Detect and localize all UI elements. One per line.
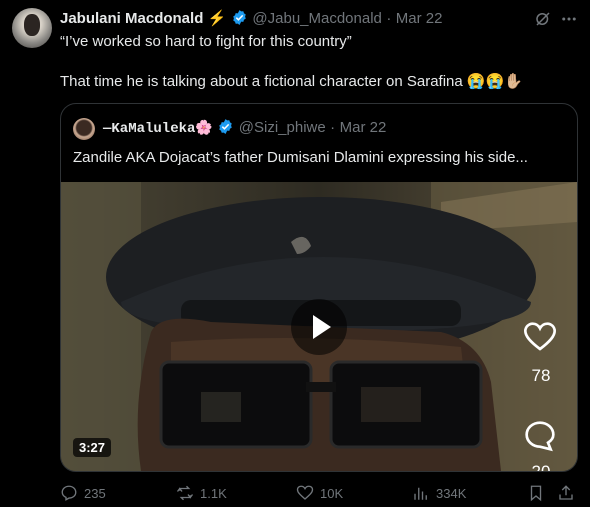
repost-count: 1.1K bbox=[200, 485, 227, 501]
author-avatar[interactable] bbox=[12, 8, 52, 48]
play-icon bbox=[313, 315, 331, 339]
reply-button[interactable]: 235 bbox=[60, 484, 106, 502]
more-icon[interactable] bbox=[560, 10, 578, 28]
verified-badge-icon bbox=[233, 10, 246, 25]
tweet-date[interactable]: Mar 22 bbox=[396, 10, 443, 27]
author-emoji: ⚡ bbox=[207, 10, 227, 27]
views-count: 334K bbox=[436, 485, 467, 501]
like-button[interactable]: 10K bbox=[296, 484, 343, 502]
quoted-tweet[interactable]: —KaMaluleka🌸 @Sizi_phiwe · Mar 22 Zandil… bbox=[60, 103, 578, 472]
bookmark-icon[interactable] bbox=[527, 484, 545, 502]
separator-dot: · bbox=[330, 119, 336, 136]
heart-icon bbox=[524, 322, 556, 351]
comment-bubble-icon bbox=[525, 421, 555, 452]
quoted-author-name[interactable]: —KaMaluleka🌸 bbox=[103, 121, 213, 137]
verified-badge-icon bbox=[219, 119, 233, 134]
tweet-header: Jabulani Macdonald ⚡ @Jabu_Macdonald · M… bbox=[60, 9, 442, 28]
reply-icon bbox=[61, 485, 77, 501]
author-handle[interactable]: @Jabu_Macdonald bbox=[252, 10, 381, 27]
quoted-author-avatar[interactable] bbox=[73, 118, 95, 140]
quoted-date[interactable]: Mar 22 bbox=[340, 119, 387, 136]
like-count: 10K bbox=[320, 485, 344, 501]
views-button[interactable]: 334K bbox=[412, 484, 466, 502]
video-duration: 3:27 bbox=[73, 438, 112, 457]
quoted-text: Zandile AKA Dojacat’s father Dumisani Dl… bbox=[73, 149, 528, 166]
quoted-header: —KaMaluleka🌸 @Sizi_phiwe · Mar 22 bbox=[103, 118, 386, 137]
video-like-count: 78 bbox=[531, 366, 551, 385]
repost-button[interactable]: 1.1K bbox=[176, 484, 227, 502]
analytics-icon bbox=[414, 487, 427, 500]
author-name[interactable]: Jabulani Macdonald bbox=[60, 10, 203, 27]
play-button[interactable] bbox=[291, 299, 347, 355]
quoted-author-handle[interactable]: @Sizi_phiwe bbox=[239, 119, 326, 136]
tweet-text-line2: That time he is talking about a fictiona… bbox=[60, 73, 523, 90]
share-icon[interactable] bbox=[557, 484, 575, 502]
video-comment-count: 20 bbox=[521, 462, 561, 471]
video-player[interactable]: 3:27 78 20 bbox=[61, 182, 577, 471]
tweet-text-line1: “I’ve worked so hard to fight for this c… bbox=[60, 33, 352, 50]
separator-dot: · bbox=[386, 10, 392, 27]
grok-icon[interactable] bbox=[534, 10, 552, 28]
repost-icon bbox=[176, 485, 194, 501]
heart-icon bbox=[296, 485, 314, 500]
reply-count: 235 bbox=[84, 485, 106, 501]
